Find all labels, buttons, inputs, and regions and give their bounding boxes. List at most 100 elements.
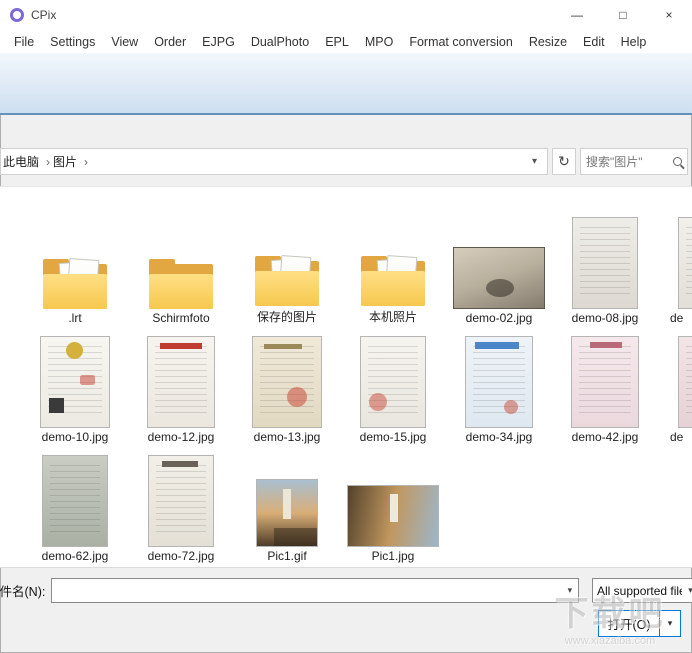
file-list-panel: .lrt Schirmfoto 保存的图片 本机照片 demo-02.jpg demo-0… (0, 186, 692, 568)
filename-label: 文件名(N): (0, 585, 46, 599)
menu-item[interactable]: Order (146, 35, 194, 49)
image-thumbnail (571, 333, 639, 428)
filetype-select[interactable]: All supported file ▾ (592, 578, 692, 603)
file-item[interactable]: 本机照片 (340, 213, 446, 325)
menu-item[interactable]: EJPG (194, 35, 243, 49)
file-item[interactable]: demo-15.jpg (340, 332, 446, 444)
image-thumbnail (42, 452, 108, 547)
image-thumbnail (347, 452, 439, 547)
file-item[interactable]: Schirmfoto (128, 213, 234, 325)
window-title: CPix (31, 8, 57, 22)
open-button-group: 打开(O) ▾ (598, 610, 681, 637)
menu-item[interactable]: Resize (521, 35, 575, 49)
file-name: demo-10.jpg (41, 430, 109, 444)
folder-icon (361, 213, 425, 307)
file-item[interactable]: demo-72.jpg (128, 451, 234, 563)
menu-item[interactable]: EPL (317, 35, 357, 49)
image-thumbnail (678, 214, 692, 309)
file-name: demo-12.jpg (147, 430, 215, 444)
image-thumbnail (571, 336, 639, 428)
breadcrumb-item-this-pc[interactable]: 此电脑 (3, 153, 39, 170)
image-thumbnail (40, 333, 110, 428)
chevron-right-icon[interactable]: › (77, 155, 95, 169)
image-thumbnail (347, 485, 439, 547)
folder-icon (361, 255, 425, 307)
refresh-button[interactable]: ↻ (552, 148, 576, 175)
menu-item[interactable]: File (6, 35, 42, 49)
folder-icon (43, 214, 107, 309)
breadcrumb[interactable]: 此电脑 › 图片 › ▾ (0, 148, 548, 175)
filename-combobox[interactable]: ▾ (51, 578, 580, 603)
filename-input[interactable] (52, 583, 562, 598)
image-thumbnail (465, 333, 533, 428)
file-name: de (670, 311, 684, 325)
folder-icon (255, 255, 319, 307)
menu-item[interactable]: Settings (42, 35, 103, 49)
file-name: 本机照片 (368, 310, 417, 325)
filename-row: 文件名(N): ▾ (0, 578, 692, 603)
menu-item[interactable]: Edit (575, 35, 613, 49)
folder-icon (255, 213, 319, 307)
file-name: de (670, 430, 684, 444)
search-box[interactable] (580, 148, 688, 175)
menu-item[interactable]: MPO (357, 35, 401, 49)
address-bar-row: 此电脑 › 图片 › ▾ ↻ (0, 148, 692, 175)
image-thumbnail (40, 336, 110, 428)
open-button[interactable]: 打开(O) (599, 611, 659, 636)
window-controls: — □ × (554, 0, 692, 30)
search-input[interactable] (586, 154, 673, 169)
image-thumbnail (453, 214, 545, 309)
file-item[interactable]: demo-42.jpg (552, 332, 658, 444)
file-name: Schirmfoto (152, 311, 210, 325)
file-name: demo-42.jpg (571, 430, 639, 444)
menu-item[interactable]: View (103, 35, 146, 49)
file-name: demo-13.jpg (253, 430, 321, 444)
file-item[interactable]: Pic1.jpg (340, 451, 446, 563)
file-item[interactable]: demo-08.jpg (552, 213, 658, 325)
file-item[interactable]: demo-13.jpg (234, 332, 340, 444)
file-item[interactable]: demo-12.jpg (128, 332, 234, 444)
file-item[interactable]: demo-62.jpg (22, 451, 128, 563)
file-name: demo-02.jpg (465, 311, 533, 325)
image-thumbnail (147, 336, 215, 428)
window-titlebar: CPix — □ × (0, 0, 692, 30)
file-name: demo-72.jpg (147, 549, 215, 563)
image-thumbnail (678, 336, 692, 428)
file-item[interactable]: demo-02.jpg (446, 213, 552, 325)
file-name: demo-62.jpg (41, 549, 109, 563)
menu-item[interactable]: Help (613, 35, 655, 49)
breadcrumb-item-pictures[interactable]: 图片 (53, 153, 77, 170)
image-thumbnail (360, 336, 426, 428)
search-icon[interactable] (673, 157, 682, 166)
maximize-button[interactable]: □ (600, 0, 646, 30)
file-name: .lrt (68, 311, 82, 325)
file-item[interactable]: de (658, 213, 692, 325)
file-grid: .lrt Schirmfoto 保存的图片 本机照片 demo-02.jpg demo-0… (0, 187, 692, 563)
image-thumbnail (148, 452, 214, 547)
close-button[interactable]: × (646, 0, 692, 30)
file-item[interactable]: de (658, 332, 692, 444)
image-thumbnail (256, 479, 318, 547)
file-item[interactable]: Pic1.gif (234, 451, 340, 563)
filetype-value: All supported file (597, 583, 682, 598)
file-item[interactable]: demo-34.jpg (446, 332, 552, 444)
menu-item[interactable]: DualPhoto (243, 35, 317, 49)
menubar: File Settings View Order EJPG DualPhoto EPL MPO… (0, 30, 692, 53)
folder-icon (149, 259, 213, 309)
open-dropdown-button[interactable]: ▾ (659, 611, 680, 636)
breadcrumb-dropdown-button[interactable]: ▾ (528, 156, 541, 167)
image-thumbnail (453, 247, 545, 309)
chevron-down-icon: ▾ (682, 585, 692, 596)
buttons-row: 打开(O) ▾ (0, 610, 692, 637)
image-thumbnail (148, 455, 214, 547)
menu-item[interactable]: Format conversion (401, 35, 521, 49)
chevron-down-icon[interactable]: ▾ (561, 585, 578, 596)
app-window: CPix — □ × File Settings View Order EJPG Dual… (0, 0, 692, 653)
file-item[interactable]: .lrt (22, 213, 128, 325)
image-thumbnail (252, 333, 322, 428)
minimize-button[interactable]: — (554, 0, 600, 30)
file-item[interactable]: demo-10.jpg (22, 332, 128, 444)
folder-icon (149, 214, 213, 309)
file-item[interactable]: 保存的图片 (234, 213, 340, 325)
app-logo-icon (10, 8, 24, 22)
